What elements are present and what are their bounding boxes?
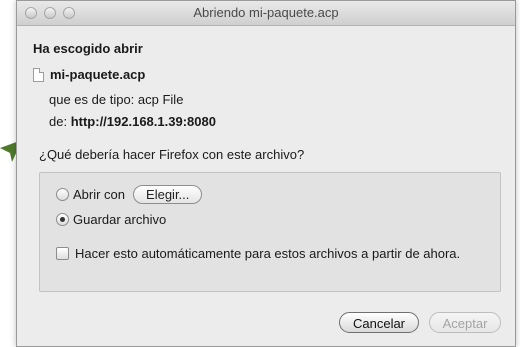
open-with-row: Abrir con Elegir... [56,185,203,204]
save-file-label[interactable]: Guardar archivo [73,212,166,227]
file-row: mi-paquete.acp [33,67,145,82]
open-with-label[interactable]: Abrir con [73,187,125,202]
file-name: mi-paquete.acp [50,67,146,82]
action-question: ¿Qué debería hacer Firefox con este arch… [39,147,305,162]
source-line: de: http://192.168.1.39:8080 [49,114,216,129]
cancel-button[interactable]: Cancelar [339,312,419,333]
dialog-content: Ha escogido abrir mi-paquete.acp que es … [17,25,515,346]
open-with-radio[interactable] [56,188,69,201]
window-title: Abriendo mi-paquete.acp [193,5,339,20]
title-bar[interactable]: Abriendo mi-paquete.acp [17,1,515,26]
download-dialog-window: Abriendo mi-paquete.acp Ha escogido abri… [16,0,516,347]
auto-action-checkbox[interactable] [56,247,69,260]
options-group: Abrir con Elegir... Guardar archivo Hace… [39,172,501,292]
save-file-radio[interactable] [56,213,69,226]
accept-button[interactable]: Aceptar [429,312,501,333]
document-icon [33,67,44,82]
auto-action-row: Hacer esto automáticamente para estos ar… [56,246,460,261]
auto-action-label[interactable]: Hacer esto automáticamente para estos ar… [75,246,460,261]
file-type-line: que es de tipo: acp File [49,92,184,107]
choose-app-button[interactable]: Elegir... [133,185,203,204]
source-prefix: de: [49,114,68,129]
source-url: http://192.168.1.39:8080 [70,114,216,129]
dialog-heading: Ha escogido abrir [33,41,143,56]
save-file-row: Guardar archivo [56,212,166,227]
